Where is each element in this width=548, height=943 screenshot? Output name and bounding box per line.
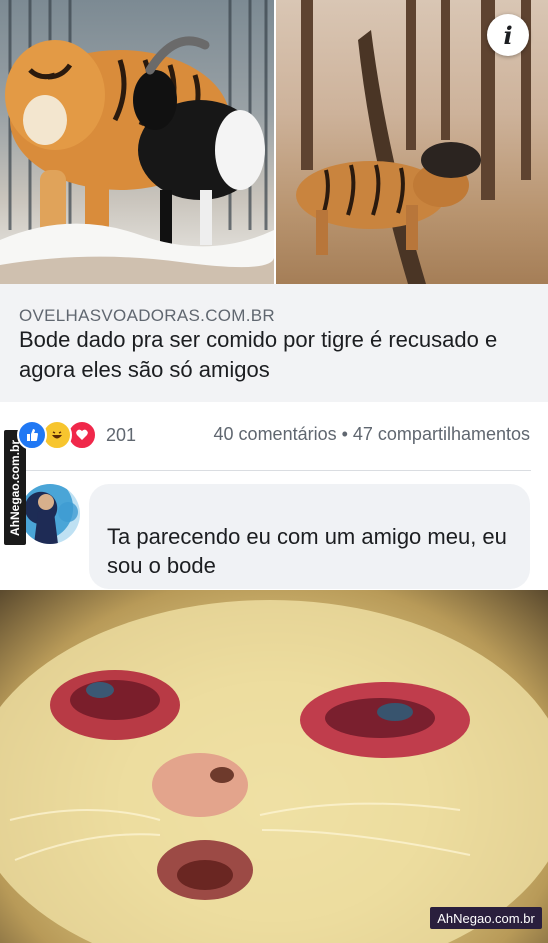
reactions-summary[interactable]: 201	[17, 420, 136, 450]
post-image-collage[interactable]: i	[0, 0, 548, 284]
link-title[interactable]: Bode dado pra ser comido por tigre é rec…	[19, 325, 539, 385]
info-icon[interactable]: i	[487, 14, 529, 56]
engagement-stats[interactable]: 40 comentários • 47 compartilhamentos	[214, 424, 530, 445]
watermark-bottom: AhNegao.com.br	[430, 907, 542, 929]
reaction-count: 201	[106, 424, 137, 445]
avatar[interactable]	[20, 484, 80, 544]
like-icon	[17, 420, 47, 450]
photo-tiger-and-goat	[0, 0, 274, 284]
crying-cat-image	[0, 590, 548, 943]
divider	[17, 470, 531, 471]
link-domain: OVELHASVOADORAS.COM.BR	[19, 306, 275, 325]
comment-text: Ta parecendo eu com um amigo meu, eu sou…	[107, 524, 507, 578]
